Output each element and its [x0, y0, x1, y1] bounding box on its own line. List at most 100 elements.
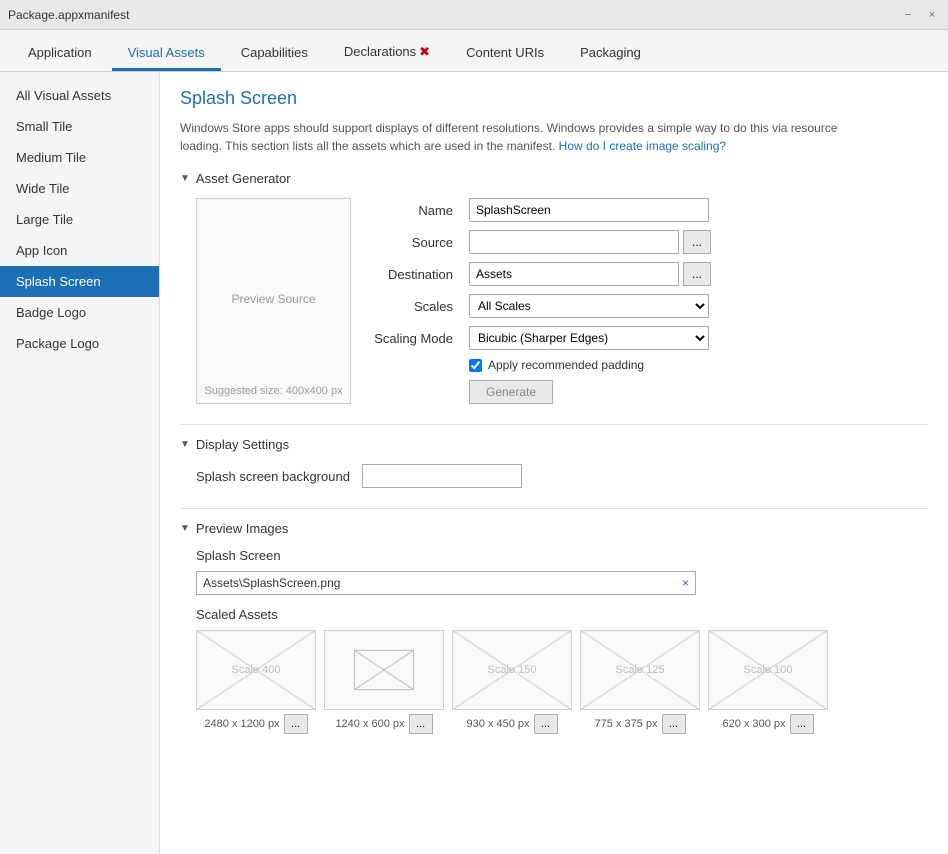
scaling-mode-row: Bicubic (Sharper Edges)	[469, 326, 928, 350]
scale-info-400: 2480 x 1200 px ...	[204, 714, 307, 734]
scale-item-100: Scale 100 620 x 300 px ...	[708, 630, 828, 734]
destination-browse-button[interactable]: ...	[683, 262, 711, 286]
scaled-assets-row: Scale 400 2480 x 1200 px ...	[196, 630, 928, 734]
top-tab-bar: Application Visual Assets Capabilities D…	[0, 30, 948, 72]
display-settings-body: Splash screen background	[196, 464, 928, 488]
divider-2	[180, 508, 928, 509]
bg-label: Splash screen background	[196, 469, 350, 484]
preview-collapse-icon: ▼	[180, 523, 190, 534]
asset-generator-header[interactable]: ▼ Asset Generator	[180, 171, 928, 186]
name-label: Name	[371, 203, 461, 218]
apply-padding-label: Apply recommended padding	[488, 358, 644, 372]
source-browse-button[interactable]: ...	[683, 230, 711, 254]
scale-label-125: Scale 125	[616, 664, 665, 676]
tab-application[interactable]: Application	[12, 37, 108, 71]
tab-packaging[interactable]: Packaging	[564, 37, 657, 71]
sidebar-item-splash-screen[interactable]: Splash Screen	[0, 266, 159, 297]
scale-thumb-125: Scale 125	[580, 630, 700, 710]
preview-images-subtitle: Splash Screen	[196, 548, 928, 563]
splash-bg-input[interactable]	[362, 464, 522, 488]
apply-padding-row: Apply recommended padding	[469, 358, 928, 372]
scale-placeholder-200	[325, 630, 443, 710]
asset-generator-label: Asset Generator	[196, 171, 291, 186]
scales-label: Scales	[371, 299, 461, 314]
sidebar-item-all-visual-assets[interactable]: All Visual Assets	[0, 80, 159, 111]
sidebar-item-medium-tile[interactable]: Medium Tile	[0, 142, 159, 173]
scale-item-400: Scale 400 2480 x 1200 px ...	[196, 630, 316, 734]
preview-images-header[interactable]: ▼ Preview Images	[180, 521, 928, 536]
file-path-text: Assets\SplashScreen.png	[197, 576, 676, 590]
file-path-row: Assets\SplashScreen.png ×	[196, 571, 696, 595]
generate-button[interactable]: Generate	[469, 380, 553, 404]
sidebar: All Visual Assets Small Tile Medium Tile…	[0, 72, 160, 854]
scale-info-150: 930 x 450 px ...	[467, 714, 558, 734]
sidebar-item-app-icon[interactable]: App Icon	[0, 235, 159, 266]
destination-input[interactable]	[469, 262, 679, 286]
sidebar-item-wide-tile[interactable]: Wide Tile	[0, 173, 159, 204]
preview-box: Preview Source Suggested size: 400x400 p…	[196, 198, 351, 404]
help-link[interactable]: How do I create image scaling?	[559, 139, 726, 153]
scales-row: All Scales	[469, 294, 928, 318]
asset-generator-body: Preview Source Suggested size: 400x400 p…	[196, 198, 928, 404]
source-row: ...	[469, 230, 928, 254]
sidebar-item-large-tile[interactable]: Large Tile	[0, 204, 159, 235]
scale-size-125: 775 x 375 px	[595, 718, 658, 730]
preview-source-label: Preview Source	[231, 292, 315, 306]
sidebar-item-badge-logo[interactable]: Badge Logo	[0, 297, 159, 328]
scaling-mode-select[interactable]: Bicubic (Sharper Edges)	[469, 326, 709, 350]
scale-browse-100[interactable]: ...	[790, 714, 814, 734]
asset-generator-section: ▼ Asset Generator Preview Source Suggest…	[180, 171, 928, 404]
tab-capabilities[interactable]: Capabilities	[225, 37, 324, 71]
divider-1	[180, 424, 928, 425]
name-input[interactable]	[469, 198, 709, 222]
scale-browse-200[interactable]: ...	[409, 714, 433, 734]
asset-generator-form: Name Source ... Destination ...	[371, 198, 928, 404]
scale-info-125: 775 x 375 px ...	[595, 714, 686, 734]
tab-content-uris[interactable]: Content URIs	[450, 37, 560, 71]
sidebar-item-small-tile[interactable]: Small Tile	[0, 111, 159, 142]
scale-browse-150[interactable]: ...	[534, 714, 558, 734]
scale-size-150: 930 x 450 px	[467, 718, 530, 730]
sidebar-item-package-logo[interactable]: Package Logo	[0, 328, 159, 359]
scale-size-200: 1240 x 600 px	[335, 718, 404, 730]
display-settings-section: ▼ Display Settings Splash screen backgro…	[180, 437, 928, 488]
preview-images-section: ▼ Preview Images Splash Screen Assets\Sp…	[180, 521, 928, 734]
title-bar: Package.appxmanifest − ×	[0, 0, 948, 30]
scale-size-100: 620 x 300 px	[723, 718, 786, 730]
scale-info-200: 1240 x 600 px ...	[335, 714, 432, 734]
scale-browse-125[interactable]: ...	[662, 714, 686, 734]
source-label: Source	[371, 235, 461, 250]
source-input[interactable]	[469, 230, 679, 254]
display-settings-label: Display Settings	[196, 437, 289, 452]
title-bar-filename: Package.appxmanifest	[8, 8, 892, 22]
generate-button-row: Generate	[469, 380, 928, 404]
scale-item-200: 1240 x 600 px ...	[324, 630, 444, 734]
file-path-clear-button[interactable]: ×	[676, 576, 695, 590]
declarations-error-badge: ✖	[419, 44, 430, 59]
destination-row: ...	[469, 262, 928, 286]
scales-select[interactable]: All Scales	[469, 294, 709, 318]
scale-label-100: Scale 100	[744, 664, 793, 676]
description-text: Windows Store apps should support displa…	[180, 119, 880, 155]
display-collapse-icon: ▼	[180, 439, 190, 450]
scale-thumb-100: Scale 100	[708, 630, 828, 710]
page-title: Splash Screen	[180, 88, 928, 109]
pin-button[interactable]: −	[900, 7, 916, 23]
scale-browse-400[interactable]: ...	[284, 714, 308, 734]
preview-images-label: Preview Images	[196, 521, 288, 536]
tab-declarations[interactable]: Declarations✖	[328, 36, 446, 71]
close-tab-button[interactable]: ×	[924, 7, 940, 23]
display-settings-header[interactable]: ▼ Display Settings	[180, 437, 928, 452]
preview-size-label: Suggested size: 400x400 px	[197, 385, 350, 397]
scale-info-100: 620 x 300 px ...	[723, 714, 814, 734]
collapse-icon: ▼	[180, 173, 190, 184]
name-row	[469, 198, 928, 222]
scale-thumb-200	[324, 630, 444, 710]
apply-padding-checkbox[interactable]	[469, 359, 482, 372]
scale-item-150: Scale 150 930 x 450 px ...	[452, 630, 572, 734]
scaling-mode-label: Scaling Mode	[371, 331, 461, 346]
tab-visual-assets[interactable]: Visual Assets	[112, 37, 221, 71]
content-area: Splash Screen Windows Store apps should …	[160, 72, 948, 854]
scale-label-150: Scale 150	[488, 664, 537, 676]
scale-thumb-400: Scale 400	[196, 630, 316, 710]
